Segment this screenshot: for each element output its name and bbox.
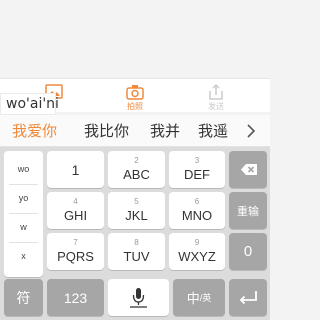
send-button[interactable]: 发送 <box>186 79 246 113</box>
camera-icon <box>126 85 144 100</box>
key-number: 8 <box>134 238 139 247</box>
pinyin-composition: wo'ai'ni <box>0 93 59 115</box>
camera-button[interactable]: 拍照 <box>105 79 165 113</box>
key-7-pqrs[interactable]: 7 PQRS <box>47 233 104 270</box>
zero-label: 0 <box>243 243 253 260</box>
chevron-right-icon <box>247 124 256 138</box>
key-number: 7 <box>73 238 78 247</box>
lang-main: 中 <box>186 291 200 306</box>
language-toggle-key[interactable]: 中/英 <box>173 279 225 316</box>
language-toggle-label: 中/英 <box>173 279 225 316</box>
backspace-icon <box>241 164 257 175</box>
candidate-4[interactable]: 我遥 <box>198 120 232 142</box>
key-4-ghi[interactable]: 4 GHI <box>47 192 104 229</box>
send-label: 发送 <box>208 102 224 111</box>
numeric-key[interactable]: 123 <box>47 279 104 316</box>
more-candidates-button[interactable] <box>236 115 266 146</box>
candidate-2[interactable]: 我比你 <box>84 120 129 142</box>
key-letters: WXYZ <box>178 249 216 264</box>
content-area <box>0 0 270 78</box>
key-1[interactable]: 1 <box>47 151 104 188</box>
key-number: 6 <box>194 197 200 206</box>
backspace-key[interactable] <box>229 151 267 188</box>
syllable-item[interactable]: x <box>4 242 43 270</box>
symbol-key[interactable]: 符 <box>4 279 43 316</box>
enter-icon <box>239 291 257 305</box>
reinput-label: 重输 <box>237 205 259 218</box>
key-letters: GHI <box>63 208 88 223</box>
zero-key[interactable]: 0 <box>229 233 267 270</box>
microphone-icon <box>130 288 147 308</box>
key-label: 1 <box>71 161 80 178</box>
key-letters: MNO <box>181 208 213 223</box>
candidate-1[interactable]: 我爱你 <box>12 120 57 142</box>
syllable-item[interactable]: w <box>4 213 43 241</box>
key-6-mno[interactable]: 6 MNO <box>169 192 225 229</box>
key-letters: PQRS <box>57 249 94 264</box>
key-number: 3 <box>194 156 200 165</box>
candidate-3[interactable]: 我并 <box>150 120 180 142</box>
microphone-key[interactable] <box>108 279 169 316</box>
key-letters: ABC <box>123 167 150 182</box>
candidate-bar: 我爱你 我比你 我并 我遥 <box>0 115 270 147</box>
syllable-item[interactable]: yo <box>4 184 43 212</box>
key-9-wxyz[interactable]: 9 WXYZ <box>169 233 225 270</box>
key-3-def[interactable]: 3 DEF <box>169 151 225 188</box>
key-2-abc[interactable]: 2 ABC <box>108 151 165 188</box>
key-letters: JKL <box>125 208 148 223</box>
syllable-item[interactable]: wo <box>4 155 43 183</box>
keyboard: wo yo w x 1 2 ABC 3 DEF 4 GHI 5 JKL 6 MN… <box>0 147 270 320</box>
key-number: 5 <box>134 197 139 206</box>
key-letters: DEF <box>184 167 210 182</box>
symbol-label: 符 <box>16 289 31 306</box>
lang-sub: /英 <box>199 293 212 303</box>
key-number: 4 <box>73 197 78 206</box>
enter-key[interactable] <box>229 279 267 316</box>
key-number: 2 <box>134 156 139 165</box>
key-5-jkl[interactable]: 5 JKL <box>108 192 165 229</box>
pinyin-syllable-list[interactable]: wo yo w x <box>4 151 43 277</box>
key-8-tuv[interactable]: 8 TUV <box>108 233 165 270</box>
camera-label: 拍照 <box>127 102 143 111</box>
share-icon <box>209 83 223 100</box>
key-number: 9 <box>194 238 200 247</box>
numeric-label: 123 <box>63 289 88 306</box>
key-letters: TUV <box>123 249 150 264</box>
reinput-key[interactable]: 重输 <box>229 192 267 229</box>
